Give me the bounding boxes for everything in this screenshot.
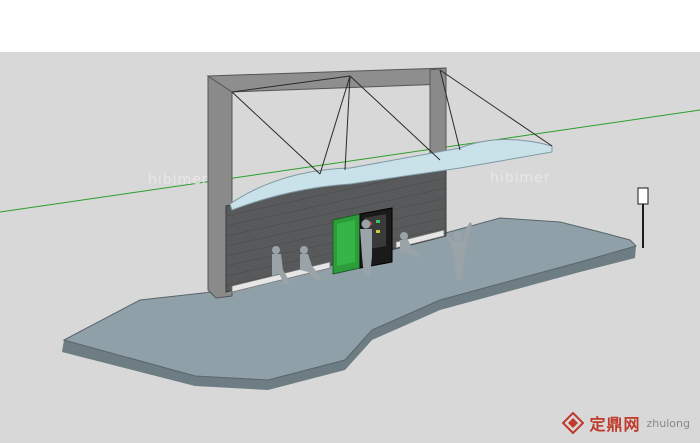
logo-domain: zhulong <box>646 416 690 430</box>
watermark-right: hibimer <box>490 170 551 186</box>
site-logo: 定鼎网 zhulong <box>561 411 690 435</box>
logo-text: 定鼎网 <box>589 415 641 434</box>
frame-beam <box>206 67 447 93</box>
diamond-logo-icon <box>561 412 584 434</box>
watermark-left: hibimer <box>148 172 209 188</box>
vending-machine-green <box>332 213 361 275</box>
bus-stop-scene <box>0 67 700 390</box>
bus-sign-post <box>637 187 649 248</box>
